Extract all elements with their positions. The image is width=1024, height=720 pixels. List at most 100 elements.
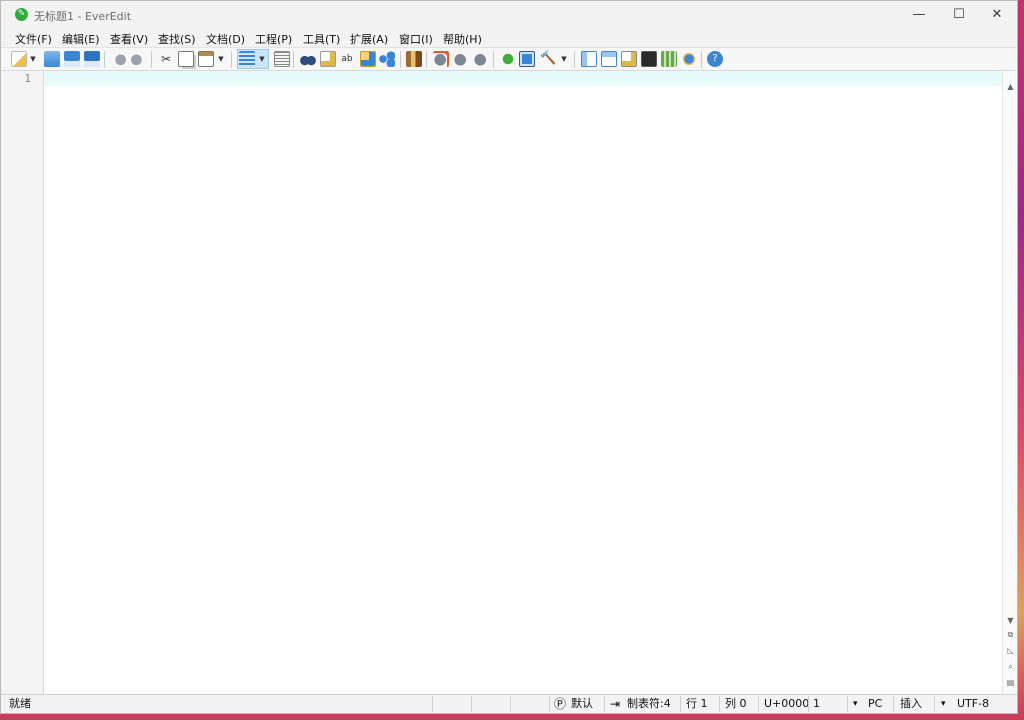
scroll-down-icon[interactable]: ▼ <box>1005 615 1016 626</box>
cut-icon[interactable]: ✂ <box>158 51 174 67</box>
toolbar: ▼ ✂ ▼ ▼ ab 🔨 ▼ ? <box>1 47 1017 71</box>
find-icon[interactable] <box>300 51 316 67</box>
redo-icon[interactable] <box>130 51 146 67</box>
scroll-up-icon[interactable]: ▲ <box>1005 81 1016 92</box>
title-bar: ✎ 无标题1 - EverEdit — ☐ ✕ <box>1 1 1017 28</box>
status-divider <box>604 696 605 712</box>
menu-extend[interactable]: 扩展(A) <box>350 31 388 47</box>
save-icon[interactable] <box>64 51 80 67</box>
line-ending-dropdown-icon[interactable]: ▾ <box>853 695 858 713</box>
status-divider <box>893 696 894 712</box>
toolbar-separator <box>701 51 702 68</box>
replace-icon[interactable]: ab <box>339 51 355 67</box>
menu-tools[interactable]: 工具(T) <box>303 31 340 47</box>
status-line: 行 1 <box>686 697 708 710</box>
status-divider <box>680 696 681 712</box>
window-title: 无标题1 - EverEdit <box>34 10 132 23</box>
menu-edit[interactable]: 编辑(E) <box>62 31 100 47</box>
copy-icon[interactable] <box>178 51 194 67</box>
help-icon[interactable]: ? <box>707 51 723 67</box>
toolbar-separator <box>493 51 494 68</box>
scheme-icon: Ⓟ <box>554 697 567 711</box>
status-ready: 就绪 <box>9 697 31 710</box>
toolbar-separator <box>400 51 401 68</box>
status-unicode-value: 1 <box>813 697 820 710</box>
open-folder-icon[interactable] <box>44 51 60 67</box>
split-view-icon[interactable] <box>601 51 617 67</box>
status-divider <box>934 696 935 712</box>
word-wrap-dropdown-icon[interactable]: ▼ <box>258 51 266 67</box>
close-button[interactable]: ✕ <box>977 1 1017 28</box>
status-encoding[interactable]: UTF-8 <box>957 695 989 713</box>
toolbar-separator <box>104 51 105 68</box>
menu-file[interactable]: 文件(F) <box>15 31 52 47</box>
save-all-icon[interactable] <box>84 51 100 67</box>
toolbar-separator <box>231 51 232 68</box>
line-number: 1 <box>24 72 31 85</box>
vertical-scrollbar[interactable]: ▲ ▼ ⧉ ◺ ⌕ ▤ <box>1002 71 1017 694</box>
menu-bar: 文件(F) 编辑(E) 查看(V) 查找(S) 文档(D) 工程(P) 工具(T… <box>1 28 1017 47</box>
status-divider <box>432 696 433 712</box>
status-divider <box>847 696 848 712</box>
find-in-files-icon[interactable] <box>320 51 336 67</box>
status-divider <box>471 696 472 712</box>
toolbar-separator <box>293 51 294 68</box>
status-bar: 就绪 Ⓟ 默认 ⇥ 制表符:4 行 1 列 0 U+0000 1 ▾ PC 插入… <box>1 694 1017 713</box>
snippets-icon[interactable] <box>621 51 637 67</box>
menu-view[interactable]: 查看(V) <box>110 31 148 47</box>
toolbar-separator <box>426 51 427 68</box>
text-editor[interactable]: 1 ▲ ▼ ⧉ ◺ ⌕ ▤ <box>1 71 1017 694</box>
zoom-icon[interactable]: ⌕ <box>1005 661 1016 672</box>
plugin-icon[interactable] <box>500 51 516 67</box>
play-macro-icon[interactable] <box>453 51 469 67</box>
toolbar-separator <box>151 51 152 68</box>
menu-search[interactable]: 查找(S) <box>158 31 196 47</box>
status-divider <box>719 696 720 712</box>
line-number-gutter: 1 <box>1 71 44 694</box>
everedit-logo-icon: ✎ <box>15 8 28 21</box>
new-file-icon[interactable] <box>11 51 27 67</box>
toolbar-separator <box>574 51 575 68</box>
find-replace-icon[interactable] <box>360 51 376 67</box>
status-divider <box>549 696 550 712</box>
status-line-ending[interactable]: PC <box>868 695 882 713</box>
window-icon[interactable] <box>519 51 535 67</box>
new-file-dropdown-icon[interactable]: ▼ <box>29 51 37 67</box>
maximize-button[interactable]: ☐ <box>939 1 979 28</box>
macro-icon[interactable] <box>406 51 422 67</box>
undo-icon[interactable] <box>111 51 127 67</box>
bookmarks-icon[interactable] <box>379 51 395 67</box>
status-insert-mode[interactable]: 插入 <box>900 695 922 713</box>
toggle-ruler-icon[interactable]: ◺ <box>1005 645 1016 656</box>
minimize-button[interactable]: — <box>899 1 939 28</box>
tab-icon: ⇥ <box>610 697 621 711</box>
word-wrap-icon[interactable] <box>239 51 255 67</box>
status-unicode: U+0000 <box>764 697 810 710</box>
stop-macro-icon[interactable] <box>473 51 489 67</box>
menu-help[interactable]: 帮助(H) <box>443 31 482 47</box>
tools-icon[interactable]: 🔨 <box>540 51 556 67</box>
output-icon[interactable] <box>661 51 677 67</box>
status-divider <box>808 696 809 712</box>
status-divider <box>510 696 511 712</box>
browser-icon[interactable] <box>681 51 697 67</box>
record-macro-icon[interactable] <box>433 51 449 67</box>
menu-document[interactable]: 文档(D) <box>206 31 245 47</box>
split-window-icon[interactable]: ⧉ <box>1005 629 1016 640</box>
menu-window[interactable]: 窗口(I) <box>399 31 433 47</box>
document-view-icon[interactable] <box>274 51 290 67</box>
sidebar-icon[interactable] <box>581 51 597 67</box>
tools-dropdown-icon[interactable]: ▼ <box>560 51 568 67</box>
editor-window: ✎ 无标题1 - EverEdit — ☐ ✕ 文件(F) 编辑(E) 查看(V… <box>0 0 1018 714</box>
status-divider <box>758 696 759 712</box>
status-scheme[interactable]: 默认 <box>571 695 593 713</box>
menu-project[interactable]: 工程(P) <box>255 31 292 47</box>
paste-icon[interactable] <box>198 51 214 67</box>
console-icon[interactable] <box>641 51 657 67</box>
status-tab-size[interactable]: 制表符:4 <box>627 695 671 713</box>
status-column: 列 0 <box>725 697 747 710</box>
current-line-highlight[interactable] <box>45 71 1002 86</box>
paste-dropdown-icon[interactable]: ▼ <box>217 51 225 67</box>
encoding-dropdown-icon[interactable]: ▾ <box>941 695 946 713</box>
map-icon[interactable]: ▤ <box>1005 677 1016 688</box>
